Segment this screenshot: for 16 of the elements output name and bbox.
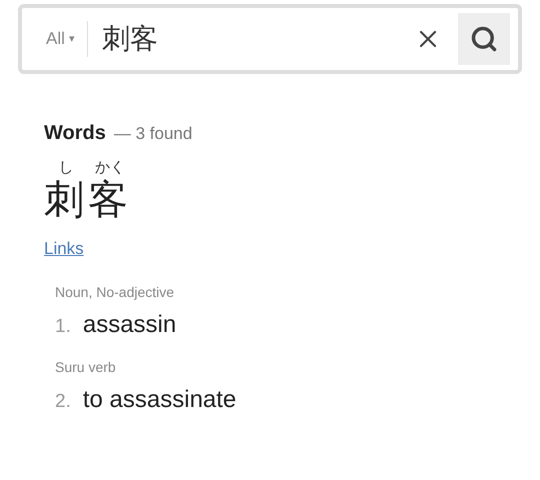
part-of-speech: Noun, No-adjective xyxy=(55,283,174,302)
search-icon xyxy=(470,25,498,53)
furigana: し xyxy=(58,158,74,176)
search-button[interactable] xyxy=(458,13,510,65)
section-heading: Words xyxy=(44,121,106,146)
part-of-speech: Suru verb xyxy=(55,358,116,377)
meaning: assassin xyxy=(82,310,176,340)
result-count: — 3 found xyxy=(114,123,192,145)
scope-dropdown[interactable]: All ▾ xyxy=(46,21,88,57)
search-field[interactable]: All ▾ 刺客 xyxy=(18,4,522,74)
meaning: to assassinate xyxy=(82,385,236,415)
furigana: かく xyxy=(94,158,126,176)
headword: 刺客 xyxy=(44,176,132,224)
sense-number: 1. xyxy=(55,315,71,339)
links-link[interactable]: Links xyxy=(44,236,84,262)
sense-number: 2. xyxy=(55,390,71,414)
